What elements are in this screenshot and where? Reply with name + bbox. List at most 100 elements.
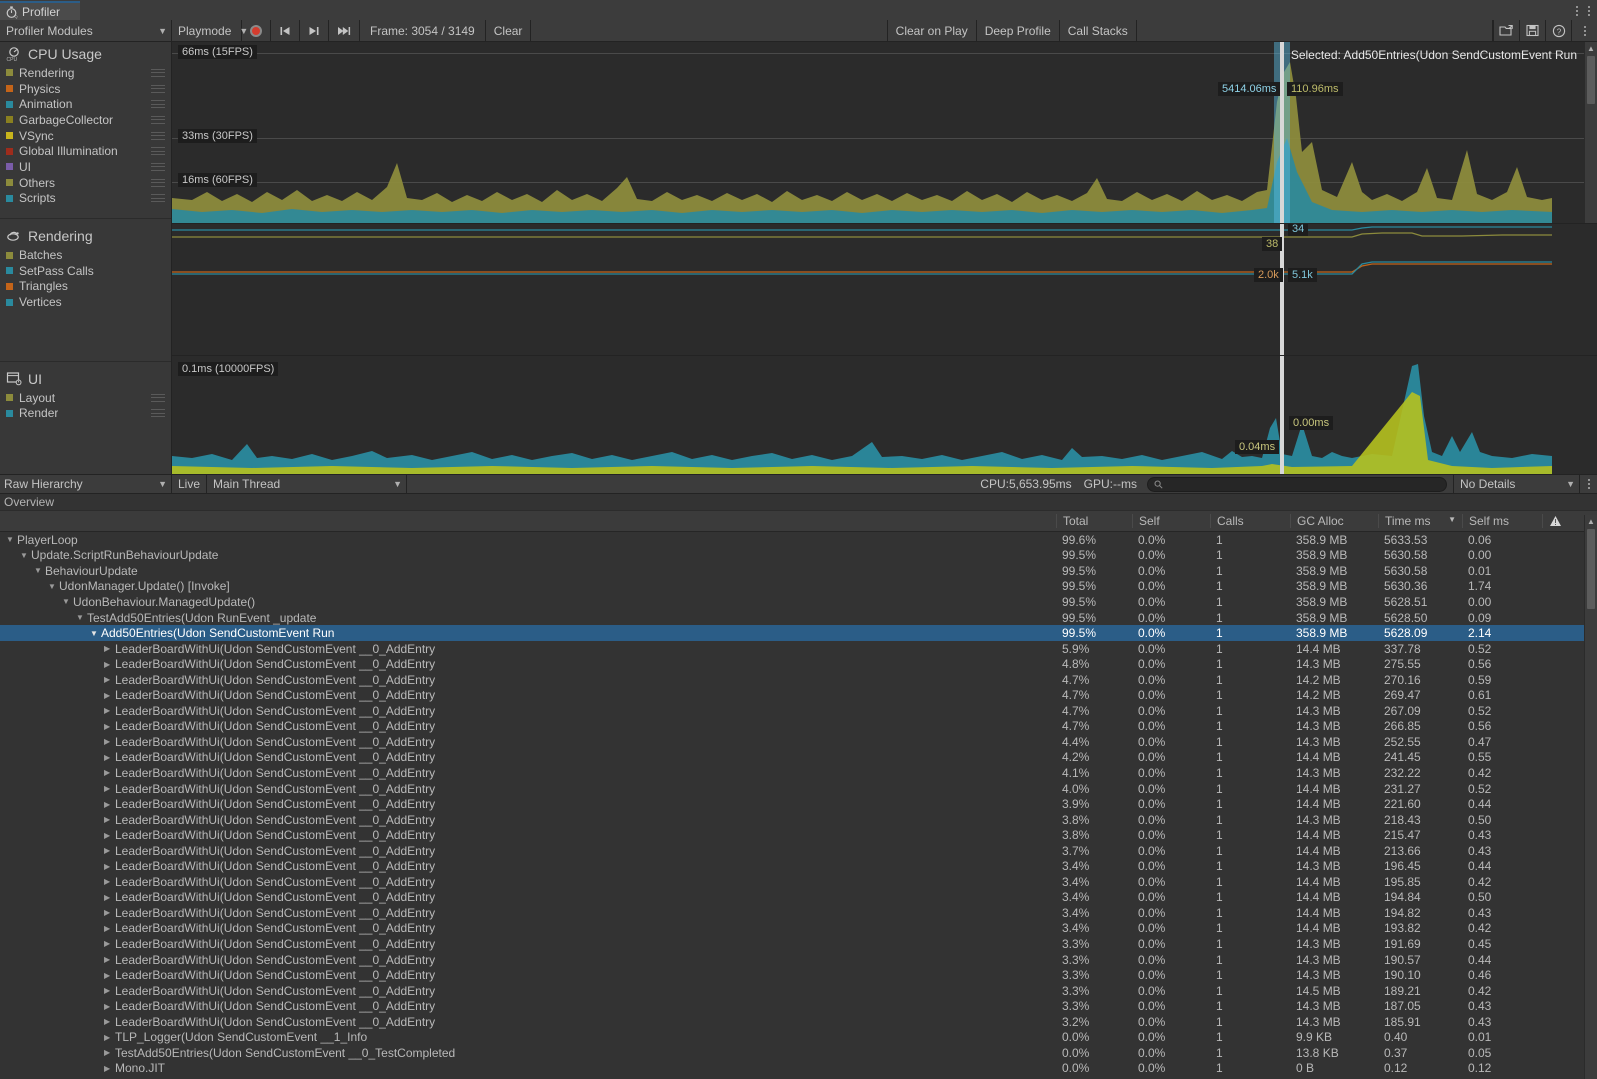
table-row[interactable]: ▼ TestAdd50Entries(Udon RunEvent _update 9… [0, 610, 1597, 626]
chevron-right-icon[interactable]: ▶ [104, 706, 115, 715]
chevron-right-icon[interactable]: ▶ [104, 1033, 115, 1042]
legend-item-setpass-calls[interactable]: SetPass Calls [0, 263, 171, 279]
chevron-down-icon[interactable]: ▼ [48, 582, 59, 591]
column-header-calls[interactable]: Calls [1210, 514, 1290, 528]
legend-item-render[interactable]: Render [0, 406, 171, 422]
table-row[interactable]: ▶ LeaderBoardWithUi(Udon SendCustomEvent … [0, 952, 1597, 968]
table-row[interactable]: ▶ LeaderBoardWithUi(Udon SendCustomEvent … [0, 719, 1597, 735]
table-row[interactable]: ▶ LeaderBoardWithUi(Udon SendCustomEvent … [0, 874, 1597, 890]
legend-item-animation[interactable]: Animation [0, 96, 171, 112]
scroll-up-arrow[interactable]: ▲ [1585, 42, 1597, 54]
chevron-right-icon[interactable]: ▶ [104, 800, 115, 809]
details-dropdown[interactable]: No Details ▼ [1453, 475, 1579, 493]
chevron-down-icon[interactable]: ▼ [20, 551, 31, 560]
chevron-right-icon[interactable]: ▶ [104, 660, 115, 669]
chevron-right-icon[interactable]: ▶ [104, 893, 115, 902]
legend-item-scripts[interactable]: Scripts [0, 191, 171, 207]
legend-item-layout[interactable]: Layout [0, 390, 171, 406]
table-row[interactable]: ▶ LeaderBoardWithUi(Udon SendCustomEvent … [0, 734, 1597, 750]
charts-vertical-scrollbar[interactable]: ▲ [1584, 42, 1597, 223]
clear-button[interactable]: Clear [486, 20, 532, 41]
chevron-right-icon[interactable]: ▶ [104, 846, 115, 855]
table-vertical-scrollbar[interactable]: ▲ [1584, 515, 1597, 1079]
table-row[interactable]: ▼ Update.ScriptRunBehaviourUpdate 99.5% 0.0… [0, 548, 1597, 564]
chevron-right-icon[interactable]: ▶ [104, 1064, 115, 1073]
table-row[interactable]: ▶ LeaderBoardWithUi(Udon SendCustomEvent … [0, 890, 1597, 906]
rendering-chart[interactable]: 34 38 2.0k 5.1k [172, 224, 1597, 356]
thread-dropdown[interactable]: Main Thread ▼ [207, 475, 408, 493]
table-row[interactable]: ▶ LeaderBoardWithUi(Udon SendCustomEvent … [0, 998, 1597, 1014]
table-row[interactable]: ▶ LeaderBoardWithUi(Udon SendCustomEvent … [0, 672, 1597, 688]
legend-item-ui[interactable]: UI [0, 159, 171, 175]
cpu-usage-chart[interactable]: 66ms (15FPS) 33ms (30FPS) 16ms (60FPS) 5… [172, 42, 1597, 224]
chevron-right-icon[interactable]: ▶ [104, 971, 115, 980]
legend-item-physics[interactable]: Physics [0, 81, 171, 97]
table-row[interactable]: ▶ TestAdd50Entries(Udon SendCustomEvent _… [0, 1045, 1597, 1061]
scroll-thumb[interactable] [1587, 56, 1595, 104]
table-row[interactable]: ▶ LeaderBoardWithUi(Udon SendCustomEvent … [0, 921, 1597, 937]
chevron-right-icon[interactable]: ▶ [104, 691, 115, 700]
table-row[interactable]: ▶ LeaderBoardWithUi(Udon SendCustomEvent … [0, 983, 1597, 999]
playmode-dropdown[interactable]: Playmode ▼ [172, 20, 248, 41]
table-row[interactable]: ▼ Add50Entries(Udon SendCustomEvent Run 99… [0, 625, 1597, 641]
help-button[interactable]: ? [1545, 20, 1571, 41]
chevron-down-icon[interactable]: ▼ [62, 597, 73, 606]
table-row[interactable]: ▶ LeaderBoardWithUi(Udon SendCustomEvent … [0, 703, 1597, 719]
load-profile-button[interactable] [1493, 20, 1519, 41]
table-row[interactable]: ▶ TLP_Logger(Udon SendCustomEvent __1_Inf… [0, 1030, 1597, 1046]
drag-handle-icon[interactable] [151, 393, 165, 402]
legend-item-global-illumination[interactable]: Global Illumination [0, 143, 171, 159]
chevron-right-icon[interactable]: ▶ [104, 1017, 115, 1026]
table-row[interactable]: ▶ LeaderBoardWithUi(Udon SendCustomEvent … [0, 641, 1597, 657]
scroll-thumb[interactable] [1587, 529, 1595, 609]
hierarchy-menu-button[interactable] [1579, 475, 1597, 493]
drag-handle-icon[interactable] [151, 84, 165, 93]
profiler-modules-dropdown[interactable]: Profiler Modules ▼ [0, 20, 172, 41]
first-frame-button[interactable] [271, 20, 300, 41]
legend-item-rendering[interactable]: Rendering [0, 65, 171, 81]
table-row[interactable]: ▶ LeaderBoardWithUi(Udon SendCustomEvent … [0, 781, 1597, 797]
chevron-right-icon[interactable]: ▶ [104, 877, 115, 886]
kebab-menu-icon[interactable] [1575, 4, 1579, 18]
table-row[interactable]: ▶ LeaderBoardWithUi(Udon SendCustomEvent … [0, 967, 1597, 983]
profiler-menu-button[interactable] [1571, 20, 1597, 41]
hierarchy-view-dropdown[interactable]: Raw Hierarchy ▼ [0, 475, 172, 493]
save-profile-button[interactable] [1519, 20, 1545, 41]
table-row[interactable]: ▼ BehaviourUpdate 99.5% 0.0% 1 358.9 MB 5630.5… [0, 563, 1597, 579]
chevron-right-icon[interactable]: ▶ [104, 737, 115, 746]
module-rendering-header[interactable]: Rendering [0, 224, 171, 247]
chevron-right-icon[interactable]: ▶ [104, 924, 115, 933]
module-rendering[interactable]: Rendering Batches SetPass Calls Triangle… [0, 224, 171, 316]
chevron-down-icon[interactable]: ▼ [76, 613, 87, 622]
chevron-right-icon[interactable]: ▶ [104, 986, 115, 995]
drag-handle-icon[interactable] [151, 409, 165, 418]
chevron-right-icon[interactable]: ▶ [104, 784, 115, 793]
chevron-down-icon[interactable]: ▼ [6, 535, 17, 544]
drag-handle-icon[interactable] [151, 68, 165, 77]
legend-item-vertices[interactable]: Vertices [0, 294, 171, 310]
table-row[interactable]: ▶ Mono.JIT 0.0% 0.0% 1 0 B 0.12 0.12 [0, 1061, 1597, 1077]
deep-profile-toggle[interactable]: Deep Profile [977, 20, 1060, 41]
legend-item-batches[interactable]: Batches [0, 247, 171, 263]
chevron-right-icon[interactable]: ▶ [104, 675, 115, 684]
module-ui-header[interactable]: UI [0, 367, 171, 390]
drag-handle-icon[interactable] [151, 147, 165, 156]
table-row[interactable]: ▶ LeaderBoardWithUi(Udon SendCustomEvent … [0, 796, 1597, 812]
table-row[interactable]: ▶ LeaderBoardWithUi(Udon SendCustomEvent … [0, 827, 1597, 843]
chevron-down-icon[interactable]: ▼ [34, 566, 45, 575]
clear-on-play-toggle[interactable]: Clear on Play [888, 20, 977, 41]
chevron-right-icon[interactable]: ▶ [104, 862, 115, 871]
table-row[interactable]: ▶ LeaderBoardWithUi(Udon SendCustomEvent … [0, 656, 1597, 672]
legend-item-vsync[interactable]: VSync [0, 128, 171, 144]
tab-profiler[interactable]: Q Profiler [0, 1, 80, 20]
next-frame-button[interactable] [300, 20, 329, 41]
chevron-right-icon[interactable]: ▶ [104, 908, 115, 917]
chevron-right-icon[interactable]: ▶ [104, 955, 115, 964]
legend-item-garbagecollector[interactable]: GarbageCollector [0, 112, 171, 128]
chevron-down-icon[interactable]: ▼ [90, 629, 101, 638]
chevron-right-icon[interactable]: ▶ [104, 1002, 115, 1011]
chevron-right-icon[interactable]: ▶ [104, 831, 115, 840]
drag-handle-icon[interactable] [151, 162, 165, 171]
legend-item-others[interactable]: Others [0, 175, 171, 191]
legend-item-triangles[interactable]: Triangles [0, 279, 171, 295]
